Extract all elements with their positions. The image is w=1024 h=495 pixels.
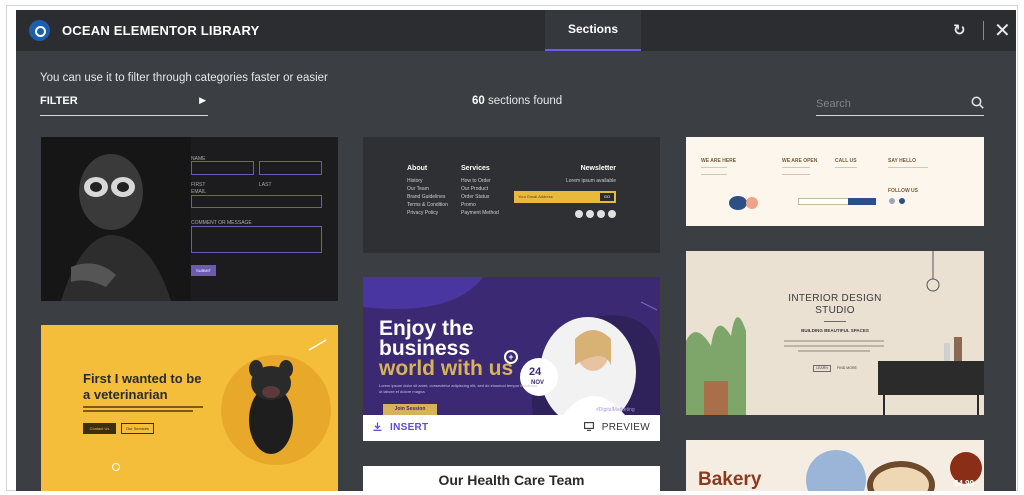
search-box[interactable]: [816, 94, 984, 116]
contact-follow: FOLLOW US: [888, 188, 918, 194]
form-email-field[interactable]: [191, 195, 322, 208]
ocean-logo-icon: [29, 20, 50, 41]
portrait-image: [41, 137, 191, 301]
interior-subtitle: BUILDING BEAUTIFUL SPACES: [801, 328, 869, 333]
contact-label: WE ARE OPEN: [782, 158, 818, 164]
download-icon: [373, 422, 382, 431]
footer-services-item[interactable]: Promo: [461, 201, 476, 209]
business-heading-3: world with us: [379, 357, 514, 380]
interior-title-2: STUDIO: [815, 305, 855, 316]
interior-description-3: [798, 350, 870, 352]
form-submit-button[interactable]: SUBMIT: [191, 265, 216, 276]
filter-dropdown[interactable]: FILTER ▶: [40, 94, 208, 116]
found-number: 60: [472, 95, 485, 107]
footer-newsletter-title: Newsletter: [580, 165, 616, 172]
sync-icon[interactable]: ↻: [953, 21, 966, 39]
footer-about-item[interactable]: Terms & Condition: [407, 201, 448, 209]
interior-more-button[interactable]: FIND MORE: [836, 365, 858, 372]
form-name-first-field[interactable]: [191, 161, 254, 175]
business-tag: #DigitalMarketing: [596, 407, 635, 413]
section-card-health-team[interactable]: Our Health Care Team: [363, 466, 660, 491]
monitor-icon: [583, 422, 594, 431]
tab-sections[interactable]: Sections: [545, 10, 641, 51]
footer-about-title: About: [407, 165, 428, 172]
section-card-business-event[interactable]: Enjoy the business world with us 24 NOV …: [363, 277, 660, 441]
footer-services-item[interactable]: Our Product: [461, 185, 488, 193]
contact-illustration: [729, 196, 758, 210]
form-name-last-field[interactable]: [259, 161, 322, 175]
contact-text: [888, 167, 928, 168]
vet-heading-line2: a veterinarian: [83, 387, 168, 402]
contact-label: CALL US: [835, 158, 857, 164]
filter-label: FILTER: [40, 95, 78, 107]
contact-text: [835, 167, 857, 168]
header-bar: OCEAN ELEMENTOR LIBRARY Sections ↻ ✕: [16, 10, 1016, 51]
section-card-bakery[interactable]: Bakery $4.99: [686, 440, 984, 491]
footer-services-item[interactable]: Payment Method: [461, 209, 499, 217]
bakery-title: Bakery: [698, 469, 762, 490]
contact-subscribe-button[interactable]: [848, 198, 876, 205]
sections-found-count: 60 sections found: [472, 95, 562, 107]
newsletter-placeholder: Your Email Address: [518, 194, 553, 199]
footer-services-title: Services: [461, 165, 490, 172]
footer-services-item[interactable]: How to Order: [461, 177, 491, 185]
filter-hint: You can use it to filter through categor…: [40, 72, 328, 84]
footer-about-item[interactable]: Our Team: [407, 185, 429, 193]
search-icon[interactable]: [971, 96, 984, 109]
section-card-interior-design[interactable]: INTERIOR DESIGN STUDIO BUILDING BEAUTIFU…: [686, 251, 984, 415]
interior-description: [784, 340, 884, 342]
preview-button[interactable]: PREVIEW: [583, 422, 650, 433]
bakery-price: $4.99: [954, 479, 975, 488]
interior-title-1: INTERIOR DESIGN: [788, 293, 882, 304]
newsletter-go-button[interactable]: GO: [600, 193, 614, 201]
contact-social-icons: [889, 198, 905, 204]
contact-text: [701, 167, 727, 175]
preview-label: PREVIEW: [601, 422, 650, 433]
business-date-day: 24: [529, 366, 542, 378]
insert-button[interactable]: INSERT: [373, 422, 428, 433]
section-card-contact-info[interactable]: WE ARE HERE WE ARE OPEN CALL US SAY HELL…: [686, 137, 984, 226]
vet-description: [83, 406, 203, 408]
insert-label: INSERT: [390, 422, 429, 433]
interior-image: [686, 251, 984, 415]
footer-newsletter-input[interactable]: Your Email Address GO: [514, 191, 616, 203]
close-icon[interactable]: ✕: [994, 18, 1011, 43]
vet-services-button[interactable]: Our Services: [121, 423, 154, 434]
chevron-right-icon: ▶: [199, 95, 206, 105]
interior-divider: [824, 321, 846, 322]
interior-learn-button[interactable]: LEARN: [813, 365, 831, 372]
form-label-last: LAST: [259, 182, 272, 188]
section-card-footer[interactable]: About History Our Team Brand Guidelines …: [363, 137, 660, 253]
interior-description-2: [784, 345, 884, 347]
form-comment-field[interactable]: [191, 226, 322, 253]
found-text: sections found: [488, 95, 563, 107]
social-icons: [575, 210, 616, 218]
library-title: OCEAN ELEMENTOR LIBRARY: [62, 23, 260, 38]
footer-about-item[interactable]: Brand Guidelines: [407, 193, 445, 201]
contact-text: [782, 167, 810, 175]
contact-label: WE ARE HERE: [701, 158, 737, 164]
footer-services-item[interactable]: Order Status: [461, 193, 489, 201]
footer-about-item[interactable]: Privacy Policy: [407, 209, 438, 217]
library-modal: OCEAN ELEMENTOR LIBRARY Sections ↻ ✕ You…: [16, 10, 1016, 491]
bulldog-image: [112, 339, 331, 471]
zoom-in-icon[interactable]: +: [504, 350, 518, 364]
business-join-button[interactable]: Join Session: [383, 404, 437, 415]
health-team-title: Our Health Care Team: [438, 472, 585, 488]
contact-label: SAY HELLO: [888, 158, 917, 164]
search-input[interactable]: [816, 94, 964, 114]
card-action-bar: INSERT PREVIEW: [363, 415, 660, 441]
footer-about-item[interactable]: History: [407, 177, 423, 185]
vet-description-2: [83, 410, 193, 412]
header-divider: [983, 21, 984, 40]
vet-heading-line1: First I wanted to be: [83, 371, 202, 386]
section-card-veterinarian[interactable]: First I wanted to be a veterinarian Cont…: [41, 325, 338, 491]
business-description: Lorem ipsum dolor sit amet, consectetur …: [379, 383, 538, 394]
footer-newsletter-sub: Lorem ipsum available: [565, 178, 616, 184]
section-card-contact-form[interactable]: NAME FIRST LAST EMAIL COMMENT OR MESSAGE…: [41, 137, 338, 301]
vet-contact-button[interactable]: Contact Us: [83, 423, 116, 434]
